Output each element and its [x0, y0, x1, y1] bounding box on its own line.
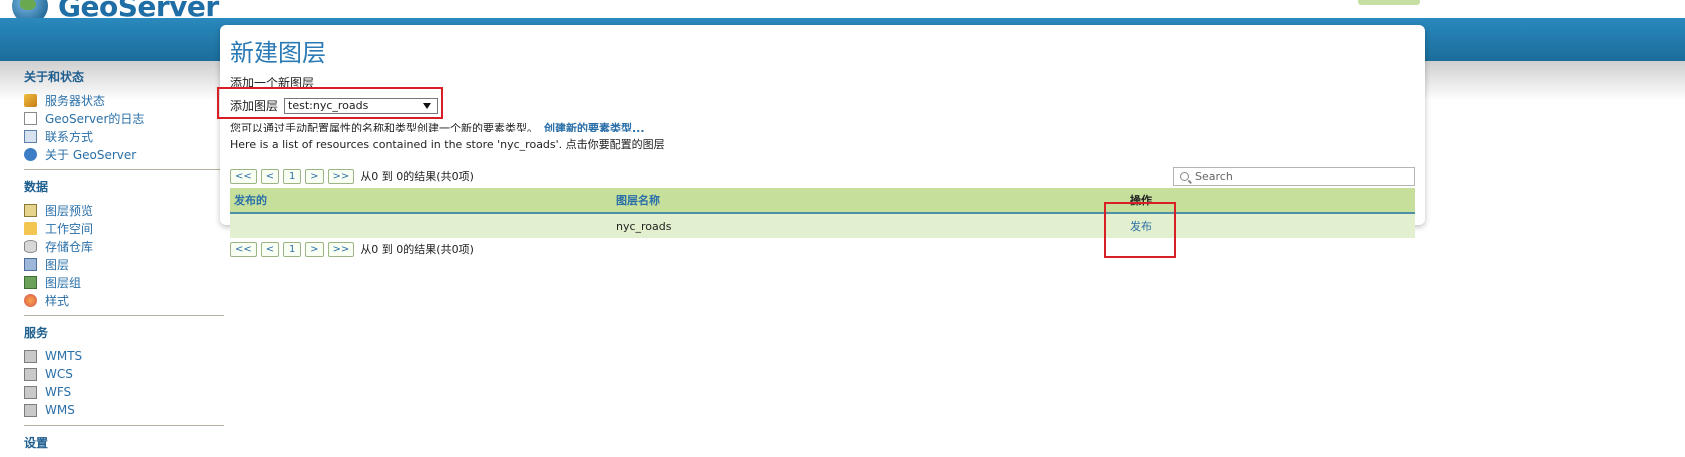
sidebar-item-label: 存储仓库 [45, 239, 94, 254]
layer-group-icon [24, 275, 37, 289]
sidebar-item-server-status[interactable]: 服务器状态 [24, 91, 224, 109]
sidebar-section-about-status: 关于和状态 [24, 70, 85, 84]
column-header-layer-name[interactable]: 图层名称 [616, 192, 660, 208]
sidebar-item-wfs[interactable]: WFS [24, 383, 224, 401]
sidebar-item-geoserver-log[interactable]: GeoServer的日志 [24, 109, 224, 127]
service-icon [24, 403, 37, 417]
sidebar-item-label: 服务器状态 [45, 93, 106, 108]
pager-info: 从0 到 0的结果(共0项) [360, 243, 474, 256]
sidebar-item-label: 图层组 [45, 275, 82, 290]
sidebar-item-label: WMS [45, 403, 75, 417]
row-layer-name: nyc_roads [616, 219, 672, 233]
add-layer-label: 添加图层 [230, 99, 279, 113]
search-placeholder: Search [1195, 170, 1233, 183]
create-feature-type-link[interactable]: 创建新的要素类型... [544, 122, 645, 132]
sidebar-item-about[interactable]: 关于 GeoServer [24, 145, 224, 163]
sidebar-item-wms[interactable]: WMS [24, 401, 224, 419]
sidebar-divider [24, 315, 224, 316]
pager-bottom: << < 1 > >> 从0 到 0的结果(共0项) [230, 241, 474, 257]
pager-first-button[interactable]: << [230, 168, 257, 184]
log-document-icon [24, 111, 37, 125]
table-row: nyc_roads 发布 [230, 214, 1415, 238]
sidebar-item-wcs[interactable]: WCS [24, 365, 224, 383]
service-icon [24, 367, 37, 381]
database-icon [24, 239, 37, 253]
store-resource-info: Here is a list of resources contained in… [230, 138, 665, 151]
sidebar-divider [24, 169, 224, 170]
info-icon [24, 147, 37, 161]
sidebar-item-label: 图层预览 [45, 203, 94, 218]
sidebar-item-wmts[interactable]: WMTS [24, 347, 224, 365]
sidebar-section-settings: 设置 [24, 436, 49, 450]
search-icon [1180, 172, 1189, 181]
service-icon [24, 385, 37, 399]
pager-next-button[interactable]: > [305, 168, 324, 184]
pager-next-button[interactable]: > [305, 241, 324, 257]
pager-first-button[interactable]: << [230, 241, 257, 257]
sidebar-item-label: 工作空间 [45, 221, 94, 236]
sidebar-item-contact[interactable]: 联系方式 [24, 127, 224, 145]
store-select[interactable]: test:nyc_roads [284, 97, 439, 114]
store-select-value: test:nyc_roads [288, 99, 369, 112]
sidebar-section-services: 服务 [24, 326, 49, 340]
layer-preview-icon [24, 203, 37, 217]
palette-icon [24, 293, 37, 307]
sidebar-item-layer-preview[interactable]: 图层预览 [24, 201, 224, 219]
contact-card-icon [24, 129, 37, 143]
add-layer-row: 添加图层 test:nyc_roads [230, 97, 439, 114]
folder-icon [24, 221, 37, 235]
table-header-row: 发布的 图层名称 操作 [230, 188, 1415, 214]
sidebar-section-data: 数据 [24, 180, 49, 194]
page-title: 新建图层 [230, 39, 326, 67]
sidebar-item-workspaces[interactable]: 工作空间 [24, 219, 224, 237]
pager-last-button[interactable]: >> [327, 241, 355, 257]
hint-text: 您可以通过手动配置属性的名称和类型创建一个新的要素类型。 [230, 122, 538, 132]
pager-page-button[interactable]: 1 [283, 241, 302, 257]
new-layer-panel: 新建图层 添加一个新图层 添加图层 test:nyc_roads 您可以通过手动… [217, 25, 1425, 258]
highlight-box [1104, 202, 1176, 258]
pager-top: << < 1 > >> 从0 到 0的结果(共0项) [230, 168, 474, 184]
column-header-published[interactable]: 发布的 [234, 192, 267, 208]
sidebar-divider [24, 425, 224, 426]
sidebar-item-label: WFS [45, 385, 72, 399]
server-status-icon [24, 93, 37, 107]
sidebar-item-stores[interactable]: 存储仓库 [24, 237, 224, 255]
sidebar-item-label: 关于 GeoServer [45, 147, 137, 162]
pager-last-button[interactable]: >> [327, 168, 355, 184]
search-input[interactable]: Search [1173, 167, 1415, 186]
pager-info: 从0 到 0的结果(共0项) [360, 170, 474, 183]
sidebar-item-label: 图层 [45, 257, 70, 272]
sidebar-item-label: 联系方式 [45, 129, 94, 144]
sidebar-item-label: WMTS [45, 349, 83, 363]
pager-prev-button[interactable]: < [260, 241, 280, 257]
pager-page-button[interactable]: 1 [283, 168, 302, 184]
pager-prev-button[interactable]: < [260, 168, 280, 184]
sidebar-item-label: 样式 [45, 293, 70, 308]
service-icon [24, 349, 37, 363]
sidebar-item-layers[interactable]: 图层 [24, 255, 224, 273]
sidebar-item-label: GeoServer的日志 [45, 111, 145, 126]
dropdown-arrow-icon [423, 102, 432, 109]
top-bar: GeoServer [0, 0, 1685, 24]
layer-icon [24, 257, 37, 271]
login-button[interactable] [1358, 0, 1420, 5]
create-feature-type-hint: 您可以通过手动配置属性的名称和类型创建一个新的要素类型。 创建新的要素类型... [230, 120, 645, 132]
resource-table: 发布的 图层名称 操作 nyc_roads 发布 [230, 188, 1415, 238]
sidebar-item-layer-groups[interactable]: 图层组 [24, 273, 224, 291]
sidebar: 关于和状态 服务器状态 GeoServer的日志 联系方式 关于 GeoServ… [24, 66, 224, 457]
sidebar-item-styles[interactable]: 样式 [24, 291, 224, 309]
sidebar-item-label: WCS [45, 367, 73, 381]
